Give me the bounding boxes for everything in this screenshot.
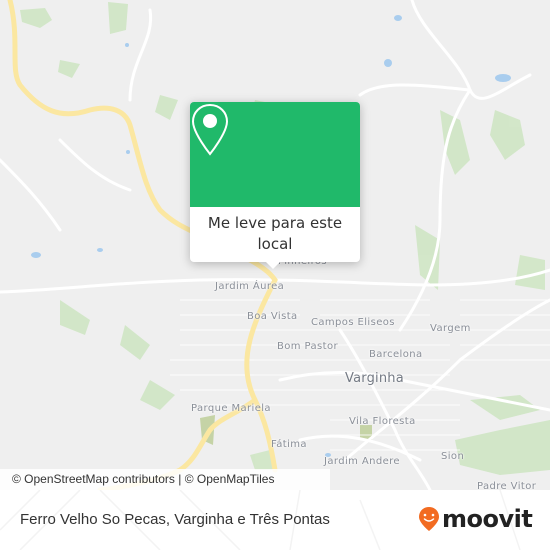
- label-padre-vitor: Padre Vitor: [477, 481, 537, 490]
- label-vargem: Vargem: [430, 323, 471, 334]
- popup-arrow: [265, 261, 281, 269]
- label-sion: Sion: [441, 451, 465, 462]
- label-campos-eliseos: Campos Eliseos: [311, 317, 395, 328]
- label-jardim-aurea: Jardim Áurea: [215, 281, 285, 292]
- label-varginha: Varginha: [345, 371, 404, 386]
- place-title: Ferro Velho So Pecas, Varginha e Três Po…: [20, 511, 330, 528]
- moovit-pin-icon: [419, 507, 439, 531]
- label-vila-floresta: Vila Floresta: [349, 416, 416, 427]
- navigate-here-button[interactable]: Me leve para este local: [190, 207, 360, 255]
- moovit-wordmark: moovit: [442, 505, 533, 533]
- label-boa-vista: Boa Vista: [247, 311, 298, 322]
- moovit-logo[interactable]: moovit: [418, 504, 533, 534]
- popup-header[interactable]: [190, 102, 360, 207]
- map-view[interactable]: Pinheiros Jardim Áurea Boa Vista Campos …: [0, 0, 550, 490]
- label-parque-mariela: Parque Mariela: [191, 403, 271, 414]
- label-bom-pastor: Bom Pastor: [277, 341, 338, 352]
- label-barcelona: Barcelona: [369, 349, 423, 360]
- label-jardim-andere: Jardim Andere: [324, 456, 400, 467]
- label-fatima: Fátima: [271, 439, 307, 450]
- map-attribution[interactable]: © OpenStreetMap contributors | © OpenMap…: [0, 469, 330, 490]
- location-popup[interactable]: Me leve para este local: [190, 102, 360, 269]
- location-pin-icon: [191, 103, 229, 156]
